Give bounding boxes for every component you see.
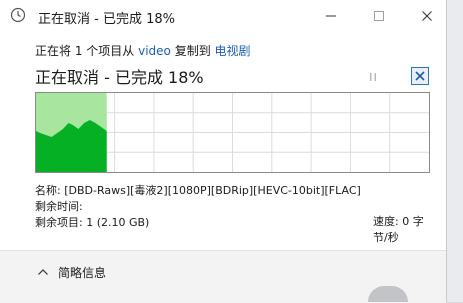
speed-label: 速度: 0 字节/秒 <box>373 215 424 244</box>
status-heading: 正在取消 - 已完成 18% <box>35 68 204 87</box>
clock-icon <box>10 7 26 23</box>
source-folder-link[interactable]: video <box>138 44 171 58</box>
transfer-speed-graph: 速度: 0 字节/秒 <box>35 92 430 244</box>
copy-description: 正在将 1 个项目从 video 复制到 电视剧 <box>35 42 251 59</box>
file-name-value: [DBD-Raws][毒液2][1080P][BDRip][HEVC-10bit… <box>64 184 361 197</box>
pause-icon[interactable] <box>366 70 380 84</box>
title-bar: 正在取消 - 已完成 18% <box>0 0 446 32</box>
cancel-x-icon <box>415 71 425 81</box>
speed-graph-canvas <box>36 93 429 172</box>
window-title: 正在取消 - 已完成 18% <box>38 12 175 27</box>
from-prefix-text: 正在将 1 个项目从 <box>35 44 139 58</box>
file-name-row: 名称: [DBD-Raws][毒液2][1080P][BDRip][HEVC-1… <box>35 183 361 199</box>
minimize-button[interactable] <box>308 0 354 32</box>
close-window-button[interactable] <box>404 0 450 32</box>
file-name-label: 名称: <box>35 184 65 197</box>
close-icon <box>422 11 432 21</box>
maximize-button[interactable] <box>356 0 402 32</box>
time-left-label: 剩余时间: <box>35 200 83 213</box>
items-left-row: 剩余项目: 1 (2.10 GB) <box>35 215 361 231</box>
chevron-up-icon[interactable] <box>37 267 49 277</box>
minimize-icon <box>326 15 336 17</box>
items-left-value: 1 (2.10 GB) <box>86 216 150 229</box>
cancel-button[interactable] <box>411 67 429 85</box>
transfer-details: 名称: [DBD-Raws][毒液2][1080P][BDRip][HEVC-1… <box>35 183 361 231</box>
copy-progress-dialog: 正在取消 - 已完成 18% 正在将 1 个项目从 video 复制到 电视剧 … <box>0 0 447 303</box>
maximize-icon <box>374 11 384 21</box>
middle-text: 复制到 <box>170 44 215 58</box>
progress-content: 正在将 1 个项目从 video 复制到 电视剧 正在取消 - 已完成 18% … <box>0 32 446 250</box>
items-left-label: 剩余项目: <box>35 216 87 229</box>
time-left-row: 剩余时间: <box>35 199 361 215</box>
background-window <box>446 0 463 302</box>
destination-folder-link[interactable]: 电视剧 <box>215 44 251 58</box>
fewer-details-toggle[interactable]: 简略信息 <box>58 264 106 281</box>
